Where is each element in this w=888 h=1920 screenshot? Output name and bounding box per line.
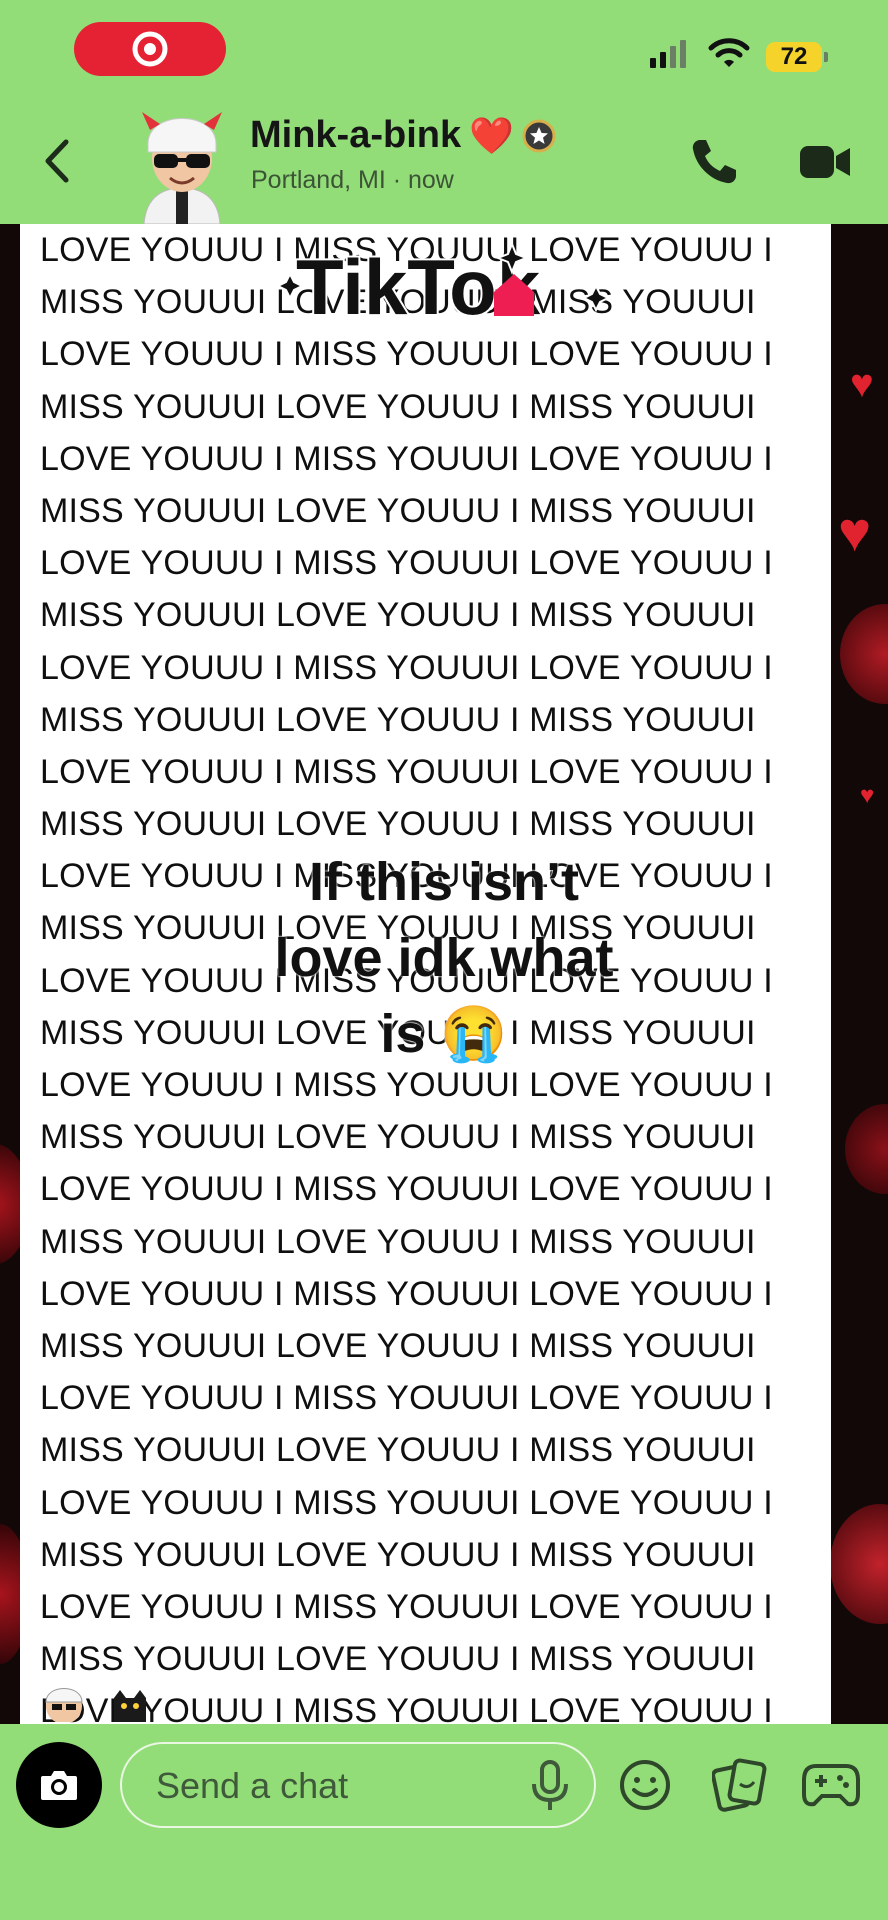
bitmoji-avatar[interactable] xyxy=(124,96,240,224)
phone-icon[interactable] xyxy=(688,136,740,188)
battery-nub xyxy=(824,52,828,62)
battery-level: 72 xyxy=(766,42,822,72)
bitmoji-typing-sticker xyxy=(45,1688,146,1722)
text-line: LOVE YOUUU I MISS YOUUUI LOVE YOUUU I xyxy=(40,1483,773,1522)
text-line: LOVE YOUUU I MISS YOUUUI LOVE YOUUU I xyxy=(40,1379,773,1418)
text-line: MISS YOUUUI LOVE YOUUU I MISS YOUUUI xyxy=(40,1535,756,1574)
heart-decoration: ♥ xyxy=(860,782,875,809)
contact-name: Mink-a-bink xyxy=(250,114,462,156)
text-line: MISS YOUUUI LOVE YOUUU I MISS YOUUUI xyxy=(40,1118,756,1157)
chat-header: Mink-a-bink ❤️ Portland, MI · now xyxy=(0,100,888,224)
text-line: MISS YOUUUI LOVE YOUUU I MISS YOUUUI xyxy=(40,805,756,844)
wifi-icon xyxy=(708,38,750,67)
star-badge-icon xyxy=(522,119,556,152)
overlay-line-3: is 😭 xyxy=(380,1004,508,1064)
text-line: LOVE YOUUU I MISS YOUUUI LOVE YOUUU I xyxy=(40,439,773,478)
back-chevron-icon[interactable] xyxy=(40,138,74,184)
chat-composer-bar xyxy=(0,1724,888,1920)
text-line: MISS YOUUUI LOVE YOUUU I MISS YOUUUI xyxy=(40,1431,756,1470)
rose-decoration xyxy=(830,1504,888,1624)
tiktok-watermark: TikTok xyxy=(276,241,611,333)
text-line: LOVE YOUUU I MISS YOUUUI LOVE YOUUU I xyxy=(40,752,773,791)
text-line: MISS YOUUUI LOVE YOUUU I MISS YOUUUI xyxy=(40,1326,756,1365)
text-line: MISS YOUUUI LOVE YOUUU I MISS YOUUUI xyxy=(40,1640,756,1679)
text-line: MISS YOUUUI LOVE YOUUU I MISS YOUUUI xyxy=(40,596,756,635)
heart-decoration: ♥ xyxy=(838,500,872,563)
text-line: MISS YOUUUI LOVE YOUUU I MISS YOUUUI xyxy=(40,700,756,739)
text-line: MISS YOUUUI LOVE YOUUU I MISS YOUUUI xyxy=(40,387,756,426)
heart-emoji: ❤️ xyxy=(469,114,514,156)
chat-input-box[interactable] xyxy=(120,1742,596,1828)
text-line: LOVE YOUUU I MISS YOUUUI LOVE YOUUU I xyxy=(40,1692,773,1724)
games-icon[interactable] xyxy=(802,1760,860,1810)
text-line: MISS YOUUUI LOVE YOUUU I MISS YOUUUI xyxy=(40,491,756,530)
signal-icon xyxy=(650,40,686,68)
text-line: LOVE YOUUU I MISS YOUUUI LOVE YOUUU I xyxy=(40,1274,773,1313)
record-pill-icon xyxy=(132,31,168,67)
video-icon[interactable] xyxy=(798,142,852,182)
location-status: Portland, MI · now xyxy=(251,166,454,194)
stickers-icon[interactable] xyxy=(712,1758,768,1812)
status-bar: 72 xyxy=(0,0,888,100)
chat-media[interactable]: ♥ ♥ ♥ LOVE YOUUU I MISS YOUUUI LOVE YOUU… xyxy=(0,224,888,1724)
text-line: MISS YOUUUI LOVE YOUUU I MISS YOUUUI xyxy=(40,1222,756,1261)
text-line: LOVE YOUUU I MISS YOUUUI LOVE YOUUU I xyxy=(40,1170,773,1209)
heart-decoration: ♥ xyxy=(850,362,874,406)
overlay-caption: If this isn’t love idk what is 😭 xyxy=(0,844,888,1072)
mic-icon[interactable] xyxy=(530,1760,570,1812)
emoji-icon[interactable] xyxy=(618,1758,672,1812)
camera-button[interactable] xyxy=(16,1742,102,1828)
screen-recording-pill[interactable] xyxy=(74,22,226,76)
rose-decoration xyxy=(845,1104,888,1194)
overlay-line-2: love idk what xyxy=(274,928,614,988)
chat-input[interactable] xyxy=(154,1744,498,1828)
contact-name-row[interactable]: Mink-a-bink ❤️ xyxy=(250,114,556,157)
rose-decoration xyxy=(840,604,888,704)
overlay-line-1: If this isn’t xyxy=(309,852,579,912)
camera-icon xyxy=(41,1771,77,1800)
text-line: LOVE YOUUU I MISS YOUUUI LOVE YOUUU I xyxy=(40,1587,773,1626)
text-line: LOVE YOUUU I MISS YOUUUI LOVE YOUUU I xyxy=(40,648,773,687)
text-line: LOVE YOUUU I MISS YOUUUI LOVE YOUUU I xyxy=(40,544,773,583)
